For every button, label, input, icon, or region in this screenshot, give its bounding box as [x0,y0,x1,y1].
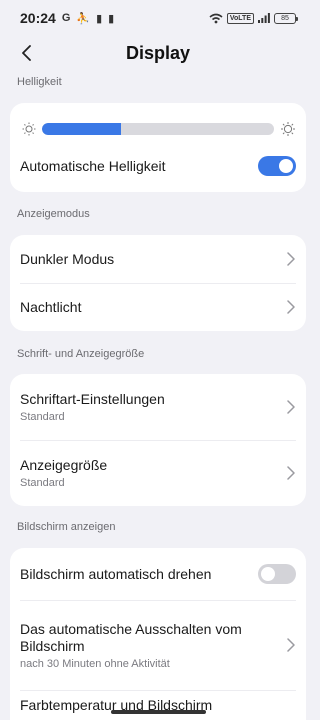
back-button[interactable] [16,42,38,64]
display-size-label: Anzeigegröße [20,457,108,473]
chevron-right-icon [287,300,295,314]
screen-card: Bildschirm automatisch drehen Das automa… [10,548,306,720]
signal-icon [258,13,270,23]
auto-rotate-toggle[interactable] [258,564,296,584]
status-left: 20:24 G ⛹ ▮ ▮ [20,10,114,26]
wifi-icon [209,13,223,23]
auto-brightness-label: Automatische Helligkeit [20,157,166,174]
chevron-right-icon [287,252,295,266]
display-size-row[interactable]: Anzeigegröße Standard [10,440,306,506]
night-light-row[interactable]: Nachtlicht [10,283,306,331]
brightness-high-icon [281,122,295,136]
battery-icon: 85 [274,12,298,24]
brightness-card: Automatische Helligkeit [10,103,306,192]
section-label-display-mode: Anzeigemodus [17,208,90,220]
google-icon: G [61,12,71,24]
display-mode-card: Dunkler Modus Nachtlicht [10,235,306,331]
sim-icon: ▮ [108,12,115,25]
toggle-knob [261,567,275,581]
status-right: VoLTE 85 [209,12,298,24]
auto-brightness-row[interactable]: Automatische Helligkeit [10,149,306,183]
toggle-knob [279,159,293,173]
brightness-slider[interactable] [42,123,274,135]
font-settings-row[interactable]: Schriftart-Einstellungen Standard [10,374,306,440]
chevron-right-icon [287,400,295,414]
page-title: Display [125,42,191,63]
dark-mode-label: Dunkler Modus [20,250,115,267]
home-indicator[interactable] [111,710,206,714]
font-settings-text: Schriftart-Einstellungen Standard [20,391,165,423]
auto-rotate-label: Bildschirm automatisch drehen [20,565,212,582]
activity-icon: ⛹ [76,12,91,25]
storage-icon: ▮ [96,12,103,25]
section-label-screen: Bildschirm anzeigen [17,521,116,533]
dark-mode-row[interactable]: Dunkler Modus [10,235,306,283]
auto-rotate-row[interactable]: Bildschirm automatisch drehen [10,548,306,600]
status-time: 20:24 [20,10,56,26]
screen-timeout-text: Das automatische Ausschalten vom Bildsch… [20,621,270,670]
color-temperature-row[interactable]: Farbtemperatur und Bildschirm [10,690,306,720]
display-size-value: Standard [20,477,65,489]
font-settings-label: Schriftart-Einstellungen [20,391,165,407]
chevron-left-icon [22,45,31,61]
volte-badge: VoLTE [226,12,254,24]
brightness-slider-fill [42,123,121,135]
display-size-text: Anzeigegröße Standard [20,457,107,489]
screen-timeout-value: nach 30 Minuten ohne Aktivität [20,657,170,670]
screen-timeout-label: Das automatische Ausschalten vom Bildsch… [20,620,242,654]
chevron-right-icon [287,466,295,480]
section-label-font-size: Schrift- und Anzeigegröße [17,348,145,360]
screen-timeout-row[interactable]: Das automatische Ausschalten vom Bildsch… [10,600,306,690]
brightness-low-icon [22,122,36,136]
night-light-label: Nachtlicht [20,298,82,315]
font-settings-value: Standard [20,411,65,423]
status-bar: 20:24 G ⛹ ▮ ▮ VoLTE 85 [0,0,316,36]
app-header: Display [0,36,316,70]
auto-brightness-toggle[interactable] [258,156,296,176]
section-label-brightness: Helligkeit [17,76,62,88]
font-size-card: Schriftart-Einstellungen Standard Anzeig… [10,374,306,506]
chevron-right-icon [287,638,295,652]
